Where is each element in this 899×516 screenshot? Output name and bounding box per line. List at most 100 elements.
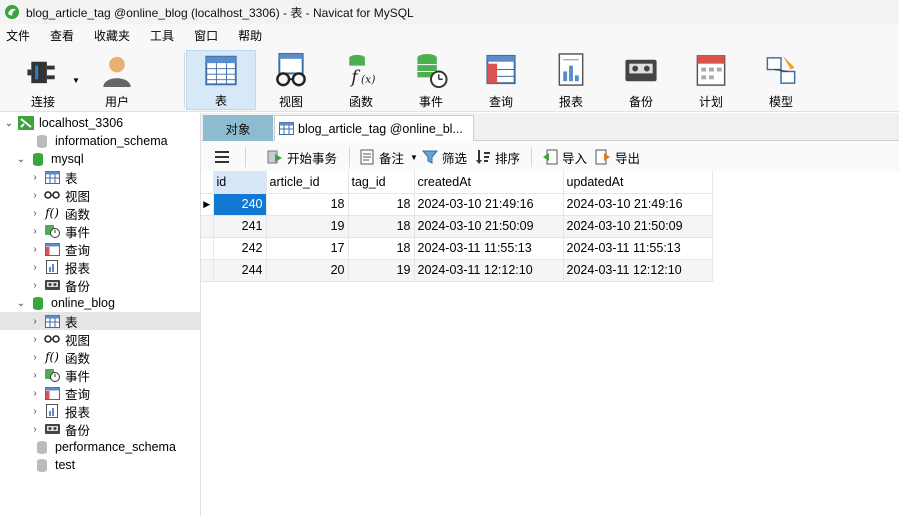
menu-tools[interactable]: 工具	[142, 24, 186, 48]
cell-created-at[interactable]: 2024-03-11 12:12:10	[413, 258, 564, 282]
collapse-chevron-icon[interactable]: ›	[30, 334, 40, 345]
tab-table-data[interactable]: blog_article_tag @online_bl...	[274, 115, 474, 141]
tree-online-blog-backups[interactable]: › 备份	[0, 420, 200, 438]
column-header-created-at[interactable]: createdAt	[413, 171, 564, 194]
cell-tag-id[interactable]: 18	[347, 192, 415, 216]
cell-updated-at[interactable]: 2024-03-11 12:12:10	[562, 258, 713, 282]
cell-article-id[interactable]: 20	[265, 258, 349, 282]
sort-button[interactable]: 排序	[475, 147, 520, 167]
cell-created-at[interactable]: 2024-03-10 21:49:16	[413, 192, 564, 216]
event-button[interactable]: 事件	[406, 50, 456, 110]
tree-online-blog-queries[interactable]: › 查询	[0, 384, 200, 402]
cell-article-id[interactable]: 18	[265, 192, 349, 216]
column-header-article-id[interactable]: article_id	[265, 171, 349, 194]
cell-id[interactable]: 244	[212, 258, 267, 282]
tree-connection-localhost[interactable]: ⌄ localhost_3306	[0, 114, 200, 132]
tree-label: 表	[65, 171, 78, 186]
import-button[interactable]: 导入	[542, 147, 587, 167]
cell-id[interactable]: 242	[212, 236, 267, 260]
cell-tag-id[interactable]: 18	[347, 214, 415, 238]
cell-article-id[interactable]: 19	[265, 214, 349, 238]
collapse-chevron-icon[interactable]: ›	[30, 226, 40, 237]
collapse-chevron-icon[interactable]: ›	[30, 316, 40, 327]
menu-favorites[interactable]: 收藏夹	[86, 24, 142, 48]
tree-mysql-reports[interactable]: › 报表	[0, 258, 200, 276]
note-button[interactable]: 备注 ▼	[359, 147, 418, 167]
cell-updated-at[interactable]: 2024-03-11 11:55:13	[562, 236, 713, 260]
view-button[interactable]: 视图	[266, 50, 316, 110]
collapse-chevron-icon[interactable]: ›	[30, 208, 40, 219]
table-row[interactable]: 241 19 18 2024-03-10 21:50:09 2024-03-10…	[201, 214, 713, 238]
tree-db-performance-schema[interactable]: performance_schema	[0, 438, 200, 456]
table-row[interactable]: 242 17 18 2024-03-11 11:55:13 2024-03-11…	[201, 236, 713, 260]
tree-online-blog-reports[interactable]: › 报表	[0, 402, 200, 420]
menu-help[interactable]: 帮助	[230, 24, 274, 48]
tree-mysql-events[interactable]: › 事件	[0, 222, 200, 240]
cell-created-at[interactable]: 2024-03-11 11:55:13	[413, 236, 564, 260]
menu-view[interactable]: 查看	[42, 24, 86, 48]
model-button[interactable]: 模型	[756, 50, 806, 110]
cell-tag-id[interactable]: 18	[347, 236, 415, 260]
tree-online-blog-events[interactable]: › 事件	[0, 366, 200, 384]
collapse-chevron-icon[interactable]: ›	[30, 388, 40, 399]
table-row[interactable]: ▶ 240 18 18 2024-03-10 21:49:16 2024-03-…	[201, 192, 713, 216]
menu-file[interactable]: 文件	[0, 24, 42, 48]
tree-db-online-blog[interactable]: ⌄ online_blog	[0, 294, 200, 312]
menu-window[interactable]: 窗口	[186, 24, 230, 48]
tree-mysql-views[interactable]: › 视图	[0, 186, 200, 204]
tree-mysql-tables[interactable]: › 表	[0, 168, 200, 186]
collapse-chevron-icon[interactable]: ›	[30, 352, 40, 363]
column-header-id[interactable]: id	[212, 171, 267, 194]
column-header-tag-id[interactable]: tag_id	[347, 171, 415, 194]
collapse-chevron-icon[interactable]: ›	[30, 244, 40, 255]
table-button[interactable]: 表	[186, 50, 256, 110]
export-button[interactable]: 导出	[595, 147, 640, 167]
tree-mysql-functions[interactable]: › f() 函数	[0, 204, 200, 222]
tree-label: information_schema	[55, 134, 168, 148]
cell-id[interactable]: 241	[212, 214, 267, 238]
cell-created-at[interactable]: 2024-03-10 21:50:09	[413, 214, 564, 238]
user-button[interactable]: 用户	[94, 50, 140, 110]
begin-transaction-button[interactable]: 开始事务	[267, 147, 337, 167]
tree-online-blog-functions[interactable]: › f() 函数	[0, 348, 200, 366]
tree-mysql-backups[interactable]: › 备份	[0, 276, 200, 294]
cell-article-id[interactable]: 17	[265, 236, 349, 260]
backup-button[interactable]: 备份	[616, 50, 666, 110]
tab-objects[interactable]: 对象	[203, 115, 273, 141]
collapse-chevron-icon[interactable]: ›	[30, 190, 40, 201]
column-header-updated-at[interactable]: updatedAt	[562, 171, 713, 194]
note-label: 备注	[379, 151, 405, 166]
tree-label: 查询	[65, 243, 91, 258]
query-button[interactable]: 查询	[476, 50, 526, 110]
collapse-chevron-icon[interactable]: ›	[30, 262, 40, 273]
collapse-chevron-icon[interactable]: ›	[30, 370, 40, 381]
table-row[interactable]: 244 20 19 2024-03-11 12:12:10 2024-03-11…	[201, 258, 713, 282]
cell-updated-at[interactable]: 2024-03-10 21:50:09	[562, 214, 713, 238]
tree-db-information-schema[interactable]: information_schema	[0, 132, 200, 150]
collapse-chevron-icon[interactable]: ›	[30, 406, 40, 417]
connect-dropdown-icon[interactable]: ▼	[72, 76, 80, 85]
tree-db-test[interactable]: test	[0, 456, 200, 474]
report-button[interactable]: 报表	[546, 50, 596, 110]
menu-bar: 文件 查看 收藏夹 工具 窗口 帮助	[0, 24, 899, 48]
transaction-icon	[267, 149, 283, 165]
function-button[interactable]: f (x) 函数	[336, 50, 386, 110]
cell-updated-at[interactable]: 2024-03-10 21:49:16	[562, 192, 713, 216]
connect-button[interactable]: 连接	[18, 50, 68, 110]
expand-chevron-icon[interactable]: ⌄	[4, 118, 14, 129]
collapse-chevron-icon[interactable]: ›	[30, 424, 40, 435]
schedule-button[interactable]: 计划	[686, 50, 736, 110]
tree-mysql-queries[interactable]: › 查询	[0, 240, 200, 258]
collapse-chevron-icon[interactable]: ›	[30, 172, 40, 183]
expand-chevron-icon[interactable]: ⌄	[16, 154, 26, 165]
note-dropdown-icon[interactable]: ▼	[410, 153, 418, 162]
tree-online-blog-views[interactable]: › 视图	[0, 330, 200, 348]
tree-online-blog-tables[interactable]: › 表	[0, 312, 200, 330]
tree-db-mysql[interactable]: ⌄ mysql	[0, 150, 200, 168]
expand-chevron-icon[interactable]: ⌄	[16, 298, 26, 309]
cell-id[interactable]: 240	[212, 192, 267, 216]
filter-button[interactable]: 筛选	[422, 147, 467, 167]
hamburger-menu-button[interactable]	[215, 147, 229, 167]
collapse-chevron-icon[interactable]: ›	[30, 280, 40, 291]
cell-tag-id[interactable]: 19	[347, 258, 415, 282]
